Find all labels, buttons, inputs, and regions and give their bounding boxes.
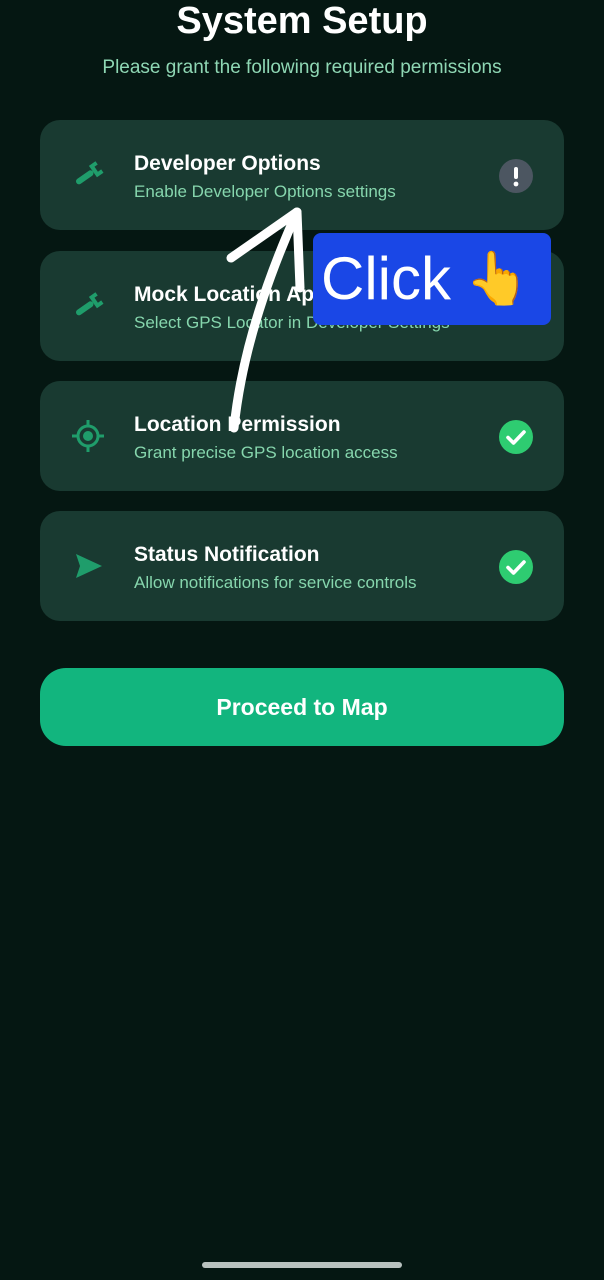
click-annotation: Click 👆 xyxy=(313,233,551,325)
click-annotation-label: Click xyxy=(321,245,451,312)
proceed-to-map-button[interactable]: Proceed to Map xyxy=(40,668,564,746)
check-circle-icon xyxy=(499,420,533,454)
page-subtitle: Please grant the following required perm… xyxy=(102,57,502,78)
permission-card-developer-options[interactable]: Developer Options Enable Developer Optio… xyxy=(40,120,564,230)
wrench-icon xyxy=(66,153,110,197)
crosshair-icon xyxy=(66,414,110,458)
permission-card-location[interactable]: Location Permission Grant precise GPS lo… xyxy=(40,381,564,491)
send-icon xyxy=(66,544,110,588)
permission-description: Grant precise GPS location access xyxy=(134,443,398,462)
setup-screen: System Setup Please grant the following … xyxy=(0,0,604,1280)
home-indicator[interactable] xyxy=(202,1262,402,1268)
permission-title: Status Notification xyxy=(134,543,320,566)
permission-title: Developer Options xyxy=(134,152,321,175)
pointing-hand-icon: 👆 xyxy=(465,249,530,309)
page-title: System Setup xyxy=(176,0,428,42)
permission-description: Enable Developer Options settings xyxy=(134,182,396,201)
wrench-icon xyxy=(66,284,110,328)
permission-card-notification[interactable]: Status Notification Allow notifications … xyxy=(40,511,564,621)
warning-icon xyxy=(499,159,533,193)
permission-title: Mock Location App xyxy=(134,283,327,306)
permission-title: Location Permission xyxy=(134,413,341,436)
permission-description: Allow notifications for service controls xyxy=(134,573,417,592)
check-circle-icon xyxy=(499,550,533,584)
